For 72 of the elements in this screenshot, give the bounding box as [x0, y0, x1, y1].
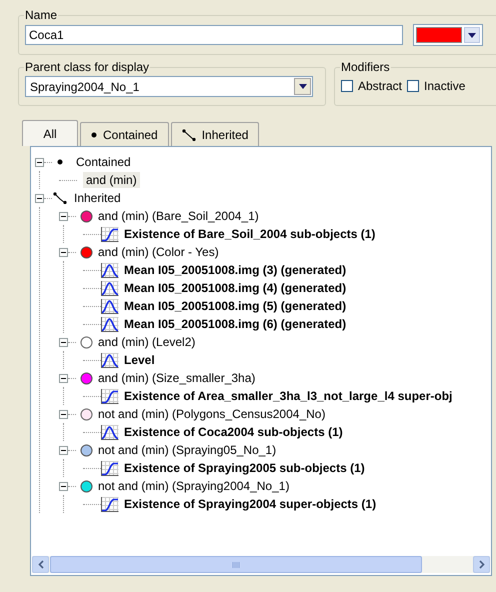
group-label: Modifiers [340, 60, 391, 74]
tab[interactable]: Inherited [170, 122, 260, 146]
checkbox-label: Abstract [358, 79, 402, 93]
tab[interactable]: Contained [80, 122, 169, 146]
bell-curve-icon [101, 298, 119, 314]
tree-node-label[interactable]: and (min) (Size_smaller_3ha) [95, 370, 258, 386]
dropdown-arrow-icon [298, 84, 306, 89]
tree-item[interactable]: Existence of Coca2004 sub-objects (1) [121, 424, 346, 440]
tree-node-label[interactable]: not and (min) (Polygons_Census2004_No) [95, 406, 328, 422]
collapse-icon[interactable] [59, 338, 68, 346]
horizontal-scrollbar[interactable] [32, 556, 490, 573]
name-field[interactable]: Coca1 [25, 25, 403, 45]
collapse-icon[interactable] [59, 374, 68, 382]
sigmoid-curve-icon [101, 460, 119, 476]
class-dot-icon [80, 408, 93, 420]
collapse-icon[interactable] [35, 194, 44, 202]
collapse-icon[interactable] [59, 212, 68, 220]
parent-class-dropdown[interactable]: Spraying2004_No_1 [25, 76, 313, 97]
inherited-icon [182, 128, 196, 140]
class-dot-icon [80, 210, 93, 222]
tab[interactable]: All [22, 120, 78, 146]
checkbox-label: Inactive [424, 79, 466, 93]
group-label: Parent class for display [24, 60, 150, 74]
color-picker[interactable] [413, 24, 483, 46]
collapse-icon[interactable] [35, 158, 44, 166]
tree-node-label[interactable]: not and (min) (Spraying2004_No_1) [95, 478, 292, 494]
chevron-left-icon [38, 560, 44, 569]
tree-item[interactable]: Mean I05_20051008.img (3) (generated) [121, 262, 350, 278]
checkbox[interactable] [341, 80, 353, 92]
collapse-icon[interactable] [59, 446, 68, 454]
tree-item[interactable]: Existence of Spraying2004 super-objects (1) [121, 496, 380, 512]
chevron-right-icon [478, 560, 484, 569]
tree-node-label[interactable]: and (min) (Level2) [95, 334, 198, 350]
tree-node-label[interactable]: not and (min) (Spraying05_No_1) [95, 442, 280, 458]
bell-curve-icon [101, 280, 119, 296]
collapse-icon[interactable] [59, 248, 68, 256]
sigmoid-curve-icon [101, 226, 119, 242]
bell-curve-icon [101, 262, 119, 278]
class-dot-icon [80, 444, 93, 456]
group-label: Name [24, 8, 58, 22]
scroll-thumb[interactable] [50, 556, 422, 573]
collapse-icon[interactable] [59, 482, 68, 490]
bell-curve-icon [101, 352, 119, 368]
dot-icon [91, 132, 97, 138]
tree-node-label[interactable]: and (min) (Bare_Soil_2004_1) [95, 208, 262, 224]
bell-curve-icon [101, 316, 119, 332]
tree-node-label[interactable]: Inherited [71, 190, 124, 206]
sigmoid-curve-icon [101, 496, 119, 512]
class-dot-icon [80, 372, 93, 384]
tree-item[interactable]: Existence of Area_smaller_3ha_l3_not_large_l4 super-obj [121, 388, 456, 404]
dropdown-value: Spraying2004_No_1 [30, 80, 140, 94]
scroll-right-button[interactable] [473, 556, 490, 573]
bell-curve-icon [101, 424, 119, 440]
tree-item[interactable]: Level [121, 352, 158, 368]
dot-icon [57, 159, 63, 165]
inherited-icon [53, 192, 67, 204]
tree-item[interactable]: Mean I05_20051008.img (6) (generated) [121, 316, 350, 332]
class-dot-icon [80, 480, 93, 492]
class-dot-icon [80, 246, 93, 258]
sigmoid-curve-icon [101, 388, 119, 404]
tree-item[interactable]: and (min) [83, 172, 140, 188]
checkbox[interactable] [407, 80, 420, 92]
class-dot-icon [80, 336, 93, 348]
tree-node-label[interactable]: Contained [73, 154, 134, 170]
tree-item[interactable]: Mean I05_20051008.img (4) (generated) [121, 280, 350, 296]
tree-item[interactable]: Existence of Bare_Soil_2004 sub-objects (1) [121, 226, 378, 242]
tree-item[interactable]: Existence of Spraying2005 sub-objects (1) [121, 460, 368, 476]
tree-item[interactable]: Mean I05_20051008.img (5) (generated) [121, 298, 350, 314]
dropdown-arrow-icon [468, 32, 476, 38]
tree-node-label[interactable]: and (min) (Color - Yes) [95, 244, 222, 260]
scroll-left-button[interactable] [32, 556, 49, 573]
collapse-icon[interactable] [59, 410, 68, 418]
